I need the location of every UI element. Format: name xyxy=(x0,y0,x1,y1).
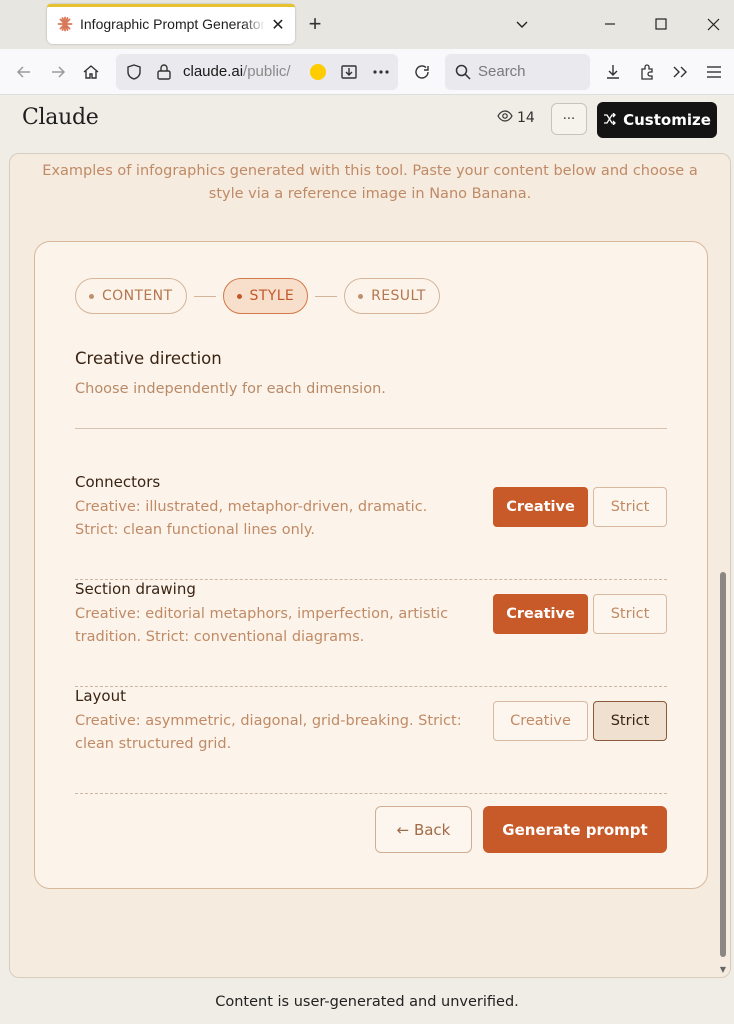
minimize-icon[interactable] xyxy=(598,12,622,36)
generate-prompt-button[interactable]: Generate prompt xyxy=(483,806,667,853)
hamburger-menu-icon[interactable] xyxy=(702,60,726,84)
step-dot-icon xyxy=(358,293,364,299)
claude-logo[interactable]: Claude xyxy=(22,105,99,130)
step-connector xyxy=(315,295,338,297)
footer-disclaimer: Content is user-generated and unverified… xyxy=(215,994,519,1010)
install-app-icon[interactable] xyxy=(337,60,361,84)
search-icon xyxy=(451,60,475,84)
browser-nav-bar: claude.ai/public/ Search xyxy=(0,49,734,95)
view-count: 14 xyxy=(497,110,535,126)
downloads-icon[interactable] xyxy=(601,60,625,84)
claude-favicon-icon xyxy=(57,16,73,32)
section-heading: Creative direction xyxy=(75,349,222,368)
lock-icon[interactable] xyxy=(152,60,176,84)
window-close-icon[interactable] xyxy=(701,12,725,36)
tab-title: Infographic Prompt Generator f xyxy=(80,16,265,32)
more-options-button[interactable]: ··· xyxy=(551,103,587,135)
option-description: Creative: editorial metaphors, imperfect… xyxy=(75,606,449,645)
reload-icon[interactable] xyxy=(410,60,434,84)
step-content[interactable]: CONTENT xyxy=(75,278,187,314)
status-dot-icon[interactable] xyxy=(306,60,330,84)
app-header: Claude 14 ··· Customize xyxy=(0,96,734,146)
creative-button[interactable]: Creative xyxy=(493,487,588,527)
creative-button[interactable]: Creative xyxy=(493,701,588,741)
artifact-frame: Examples of infographics generated with … xyxy=(9,153,731,978)
shuffle-icon xyxy=(603,111,617,129)
browser-tab-bar: Infographic Prompt Generator f ✕ + xyxy=(0,0,734,49)
customize-label: Customize xyxy=(623,111,711,129)
step-dot-icon xyxy=(89,293,94,299)
option-title: Section drawing xyxy=(75,580,196,598)
url-bar[interactable]: claude.ai/public/ xyxy=(116,54,398,90)
search-input[interactable]: Search xyxy=(445,54,590,90)
page-actions-icon[interactable] xyxy=(369,60,393,84)
step-style[interactable]: STYLE xyxy=(222,278,309,314)
generator-card: CONTENT STYLE RESULT Creative direction … xyxy=(34,241,708,889)
option-description: Creative: asymmetric, diagonal, grid-bre… xyxy=(75,713,462,752)
option-row-section-drawing: Section drawing Creative: editorial meta… xyxy=(75,580,667,687)
forward-arrow-icon[interactable] xyxy=(46,60,70,84)
step-indicator: CONTENT STYLE RESULT xyxy=(75,278,440,314)
tab-list-chevron-icon[interactable] xyxy=(510,12,534,36)
browser-tab[interactable]: Infographic Prompt Generator f ✕ xyxy=(47,4,295,44)
back-button[interactable]: ← Back xyxy=(375,806,472,853)
scrollbar[interactable]: ▼ xyxy=(717,154,729,977)
step-result[interactable]: RESULT xyxy=(344,278,440,314)
home-icon[interactable] xyxy=(79,60,103,84)
tab-close-icon[interactable]: ✕ xyxy=(269,15,287,34)
strict-button[interactable]: Strict xyxy=(593,487,667,527)
scrollbar-thumb[interactable] xyxy=(720,572,726,957)
strict-button[interactable]: Strict xyxy=(593,594,667,634)
step-dot-icon xyxy=(236,293,242,299)
divider xyxy=(75,428,667,429)
overflow-chevrons-icon[interactable] xyxy=(668,60,692,84)
customize-button[interactable]: Customize xyxy=(597,102,717,138)
extensions-icon[interactable] xyxy=(635,60,659,84)
option-description: Creative: illustrated, metaphor-driven, … xyxy=(75,499,428,538)
step-connector xyxy=(193,295,216,297)
eye-icon xyxy=(497,110,513,126)
intro-text: Examples of infographics generated with … xyxy=(42,163,698,202)
new-tab-icon[interactable]: + xyxy=(303,11,327,36)
section-subheading: Choose independently for each dimension. xyxy=(75,381,386,397)
option-title: Layout xyxy=(75,687,126,705)
option-row-layout: Layout Creative: asymmetric, diagonal, g… xyxy=(75,687,667,794)
maximize-icon[interactable] xyxy=(649,12,673,36)
view-count-value: 14 xyxy=(517,110,535,126)
creative-button[interactable]: Creative xyxy=(493,594,588,634)
url-text: claude.ai/public/ xyxy=(183,63,291,80)
back-arrow-icon[interactable] xyxy=(12,60,36,84)
option-title: Connectors xyxy=(75,473,161,491)
search-placeholder: Search xyxy=(478,63,526,80)
option-row-connectors: Connectors Creative: illustrated, metaph… xyxy=(75,473,667,580)
shield-icon[interactable] xyxy=(122,60,146,84)
scroll-down-arrow-icon[interactable]: ▼ xyxy=(718,965,728,975)
strict-button[interactable]: Strict xyxy=(593,701,667,741)
